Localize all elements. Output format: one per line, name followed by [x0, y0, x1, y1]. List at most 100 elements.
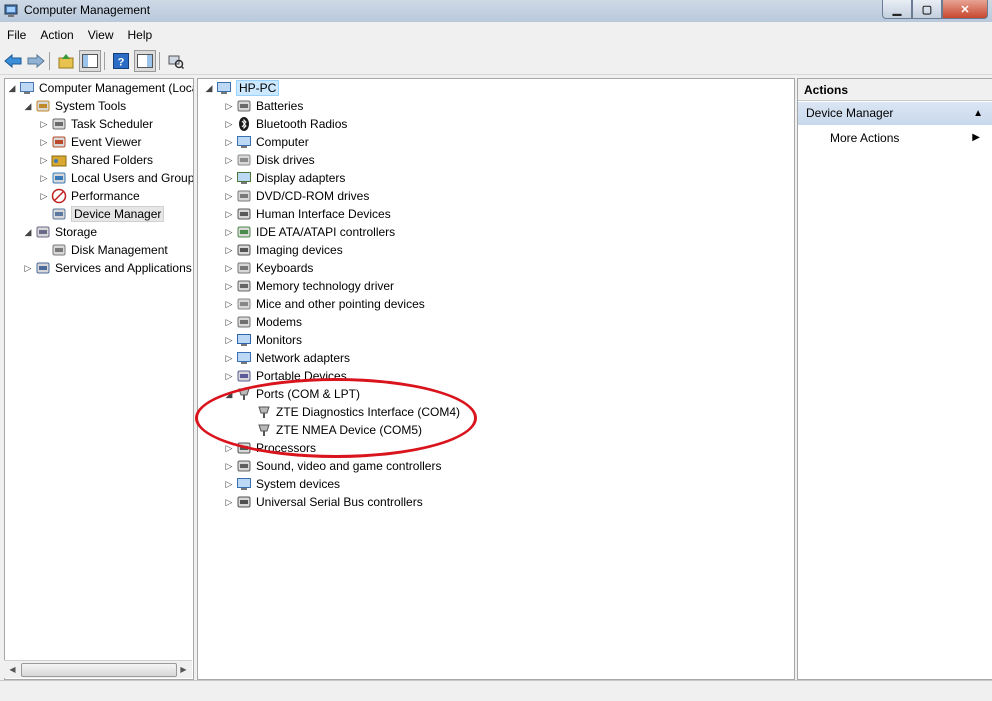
device-category[interactable]: ▷ DVD/CD-ROM drives [224, 187, 370, 205]
collapsed-arrow-icon[interactable]: ▷ [39, 137, 49, 148]
collapsed-arrow-icon[interactable]: ▷ [224, 461, 234, 472]
collapsed-arrow-icon[interactable]: ▷ [224, 299, 234, 310]
collapsed-arrow-icon[interactable]: ▷ [39, 173, 49, 184]
collapsed-arrow-icon[interactable]: ▷ [224, 335, 234, 346]
expanded-arrow-icon[interactable]: ◢ [204, 83, 214, 94]
menu-view[interactable]: View [81, 28, 121, 42]
performance-icon [51, 188, 67, 204]
collapsed-arrow-icon[interactable]: ▷ [224, 497, 234, 508]
help-button[interactable]: ? [111, 51, 131, 71]
collapsed-arrow-icon[interactable]: ▷ [39, 155, 49, 166]
device-category[interactable]: ▷ IDE ATA/ATAPI controllers [224, 223, 396, 241]
usb-icon [237, 496, 251, 508]
expanded-arrow-icon[interactable]: ◢ [7, 83, 17, 94]
show-hide-action-pane-button[interactable] [134, 50, 156, 72]
left-tree-item[interactable]: ◢ System Tools [23, 97, 127, 115]
left-tree-item-label: Shared Folders [71, 153, 154, 167]
minimize-button[interactable]: ▁ [882, 0, 912, 19]
device-category[interactable]: ▷ Batteries [224, 97, 304, 115]
collapsed-arrow-icon[interactable]: ▷ [224, 353, 234, 364]
collapsed-arrow-icon[interactable]: ▷ [224, 137, 234, 148]
actions-section-device-manager[interactable]: Device Manager ▲ [798, 102, 992, 125]
expanded-arrow-icon[interactable]: ◢ [224, 389, 234, 400]
collapsed-arrow-icon[interactable]: ▷ [224, 317, 234, 328]
device-category[interactable]: ▷ Network adapters [224, 349, 351, 367]
collapsed-arrow-icon[interactable]: ▷ [224, 479, 234, 490]
left-tree-item[interactable]: ▷ Local Users and Groups [39, 169, 193, 187]
collapsed-arrow-icon[interactable]: ▷ [224, 281, 234, 292]
scroll-left-icon[interactable]: ◀ [5, 663, 20, 676]
collapsed-arrow-icon[interactable]: ▷ [224, 263, 234, 274]
close-button[interactable]: ✕ [942, 0, 988, 19]
device-category[interactable]: ▷ Human Interface Devices [224, 205, 391, 223]
device-category[interactable]: ▷ Computer [224, 133, 309, 151]
scan-hardware-button[interactable] [166, 51, 186, 71]
device-category[interactable]: ▷ Memory technology driver [224, 277, 395, 295]
device-category[interactable]: ▷ Bluetooth Radios [224, 115, 347, 133]
scrollbar-thumb[interactable] [21, 663, 177, 677]
collapsed-arrow-icon[interactable]: ▷ [224, 209, 234, 220]
horizontal-scrollbar[interactable]: ◀ ▶ [4, 660, 192, 678]
left-tree-item[interactable]: Device Manager [39, 205, 165, 223]
collapsed-arrow-icon[interactable]: ▷ [224, 155, 234, 166]
left-tree-item[interactable]: ▷ Services and Applications [23, 259, 192, 277]
collapsed-arrow-icon[interactable]: ▷ [224, 173, 234, 184]
left-tree-item[interactable]: Disk Management [39, 241, 168, 259]
left-tree-item[interactable]: ▷ Event Viewer [39, 133, 142, 151]
scan-hardware-icon [168, 55, 184, 69]
maximize-button[interactable]: ▢ [912, 0, 942, 19]
forward-button[interactable] [26, 51, 46, 71]
device-category[interactable]: ▷ Imaging devices [224, 241, 343, 259]
left-tree-item[interactable]: ▷ Performance [39, 187, 140, 205]
up-level-button[interactable] [56, 51, 76, 71]
back-button[interactable] [3, 51, 23, 71]
device-category[interactable]: ▷ Mice and other pointing devices [224, 295, 425, 313]
left-tree-item[interactable]: ◢ Storage [23, 223, 98, 241]
expanded-arrow-icon[interactable]: ◢ [23, 227, 33, 238]
device-category[interactable]: ▷ Sound, video and game controllers [224, 457, 442, 475]
device-category[interactable]: ▷ Modems [224, 313, 302, 331]
device-item[interactable]: ZTE Diagnostics Interface (COM4) [244, 403, 460, 421]
expanded-arrow-icon[interactable]: ◢ [23, 101, 33, 112]
toolbar-separator [159, 52, 160, 70]
collapsed-arrow-icon[interactable]: ▷ [23, 263, 33, 274]
device-category[interactable]: ▷ Monitors [224, 331, 302, 349]
device-item[interactable]: ZTE NMEA Device (COM5) [244, 421, 422, 439]
device-category[interactable]: ▷ Disk drives [224, 151, 315, 169]
more-actions-item[interactable]: More Actions ▶ [830, 129, 980, 147]
port-icon [258, 424, 270, 436]
collapsed-arrow-icon[interactable]: ▷ [224, 371, 234, 382]
device-category-label: Processors [256, 441, 317, 455]
show-hide-tree-button[interactable] [79, 50, 101, 72]
menu-action[interactable]: Action [33, 28, 80, 42]
collapsed-arrow-icon[interactable]: ▷ [224, 227, 234, 238]
device-category[interactable]: ▷ Processors [224, 439, 317, 457]
left-tree-item[interactable]: ◢ Computer Management (Local [7, 79, 193, 97]
bluetooth-icon [239, 117, 249, 131]
collapsed-arrow-icon[interactable]: ▷ [224, 245, 234, 256]
menu-file[interactable]: File [0, 28, 33, 42]
collapse-up-icon[interactable]: ▲ [973, 102, 983, 125]
scroll-right-icon[interactable]: ▶ [176, 663, 191, 676]
toolbar-separator [49, 52, 50, 70]
menu-help[interactable]: Help [121, 28, 160, 42]
collapsed-arrow-icon[interactable]: ▷ [39, 119, 49, 130]
device-category[interactable]: ▷ System devices [224, 475, 341, 493]
collapsed-arrow-icon[interactable]: ▷ [39, 191, 49, 202]
left-tree-item-label: Services and Applications [55, 261, 192, 275]
device-category[interactable]: ▷ Portable Devices [224, 367, 347, 385]
collapsed-arrow-icon[interactable]: ▷ [224, 119, 234, 130]
collapsed-arrow-icon[interactable]: ▷ [224, 101, 234, 112]
left-tree-item[interactable]: ▷ Task Scheduler [39, 115, 154, 133]
device-category[interactable]: ▷ Display adapters [224, 169, 346, 187]
device-category-label: Display adapters [256, 171, 346, 185]
left-tree-item[interactable]: ▷ Shared Folders [39, 151, 154, 169]
device-category-label: Batteries [256, 99, 304, 113]
device-category[interactable]: ▷ Universal Serial Bus controllers [224, 493, 423, 511]
device-category[interactable]: ▷ Keyboards [224, 259, 314, 277]
collapsed-arrow-icon[interactable]: ▷ [224, 191, 234, 202]
collapsed-arrow-icon[interactable]: ▷ [224, 443, 234, 454]
status-bar [0, 680, 992, 701]
device-category[interactable]: ◢ Ports (COM & LPT) [224, 385, 360, 403]
device-tree-root[interactable]: ◢ HP-PC [204, 79, 280, 97]
